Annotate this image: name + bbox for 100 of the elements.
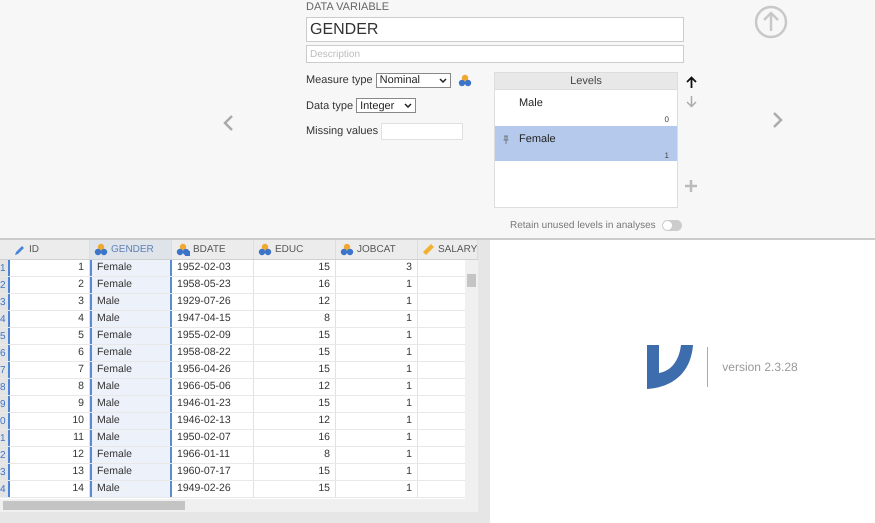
table-cell: 16: [254, 430, 336, 446]
table-cell: 12: [254, 413, 336, 429]
row-number: 2: [0, 277, 10, 293]
table-cell: 1929-07-26: [172, 294, 254, 310]
table-cell: 1946-02-13: [172, 413, 254, 429]
table-cell: 1947-04-15: [172, 311, 254, 327]
table-cell: Male: [90, 430, 172, 446]
previous-icon[interactable]: [222, 114, 236, 132]
table-cell: Female: [90, 447, 172, 463]
table-cell: 1: [336, 311, 418, 327]
level-label: Male: [519, 96, 543, 111]
row-number: 3: [0, 464, 10, 480]
nominal-icon: [458, 74, 472, 87]
table-cell: 1: [336, 294, 418, 310]
field-label: Data type: [306, 98, 354, 114]
row-number: 1: [0, 430, 10, 446]
row-number: 5: [0, 328, 10, 344]
column-header[interactable]: JOBCAT: [336, 240, 418, 259]
table-cell: 15: [254, 345, 336, 361]
table-cell: 1955-02-09: [172, 328, 254, 344]
nominal-icon: [258, 243, 272, 256]
table-cell: Male: [90, 311, 172, 327]
measure-type-dropdown[interactable]: Nominal: [376, 72, 451, 88]
section-heading: DATA VARIABLE: [306, 0, 390, 14]
table-cell: Female: [90, 464, 172, 480]
row-number: 9: [0, 396, 10, 412]
table-cell: 1: [336, 464, 418, 480]
row-number: 2: [0, 447, 10, 463]
table-cell: 1966-01-11: [172, 447, 254, 463]
table-cell: 15: [254, 481, 336, 497]
table-cell: Male: [90, 413, 172, 429]
row-number: 7: [0, 362, 10, 378]
table-cell: 1958-05-23: [172, 277, 254, 293]
table-cell: 1: [336, 362, 418, 378]
table-cell: 1960-07-17: [172, 464, 254, 480]
toggle-label: Retain unused levels in analyses: [510, 219, 656, 233]
table-cell: 1: [336, 430, 418, 446]
table-cell: 1966-05-06: [172, 379, 254, 395]
table-cell: 3: [336, 260, 418, 276]
arrow-up-icon[interactable]: [686, 76, 696, 89]
table-cell: 15: [254, 260, 336, 276]
table-cell: Male: [90, 481, 172, 497]
table-cell: 1: [336, 396, 418, 412]
column-header[interactable]: GENDER: [90, 240, 172, 259]
column-header[interactable]: EDUC: [254, 240, 336, 259]
chevron-icon: [404, 103, 412, 108]
table-cell: 1: [336, 277, 418, 293]
table-cell: 1: [336, 481, 418, 497]
level-label: Female: [519, 132, 556, 147]
toggle-switch[interactable]: [662, 220, 682, 231]
table-cell: 8: [254, 311, 336, 327]
row-number: 4: [0, 481, 10, 497]
table-cell: 16: [254, 277, 336, 293]
table-cell: 1952-02-03: [172, 260, 254, 276]
table-cell: 1958-08-22: [172, 345, 254, 361]
table-cell: 8: [254, 447, 336, 463]
row-number: 0: [0, 413, 10, 429]
logo-icon: [647, 344, 694, 388]
table-cell: Female: [90, 362, 172, 378]
table-cell: 15: [254, 362, 336, 378]
vertical-scrollbar[interactable]: [465, 260, 478, 499]
table-cell: 1: [336, 447, 418, 463]
table-cell: 1949-02-26: [172, 481, 254, 497]
level-item[interactable]: Female 1: [495, 126, 677, 162]
chevron-icon: [438, 78, 447, 83]
ruler-icon: [422, 243, 435, 256]
table-cell: Male: [90, 294, 172, 310]
table-cell: Female: [90, 260, 172, 276]
table-cell: 1: [336, 379, 418, 395]
version-text: version 2.3.28: [722, 358, 798, 376]
data-type-dropdown[interactable]: Integer: [356, 98, 416, 114]
table-cell: Female: [90, 328, 172, 344]
nominal-icon: [340, 243, 354, 256]
levels-header: Levels: [495, 73, 677, 90]
table-cell: 1946-01-23: [172, 396, 254, 412]
level-value: 1: [664, 150, 670, 160]
pin-icon[interactable]: [503, 134, 509, 144]
table-cell: 1950-02-07: [172, 430, 254, 446]
row-number: 6: [0, 345, 10, 361]
next-icon[interactable]: [770, 111, 784, 129]
table-cell: Female: [90, 277, 172, 293]
table-cell: 15: [254, 328, 336, 344]
missing-values-field[interactable]: [381, 123, 464, 140]
row-number: 3: [0, 294, 10, 310]
variable-name-field[interactable]: GENDER: [306, 17, 684, 42]
table-cell: Female: [90, 345, 172, 361]
arrow-down-icon[interactable]: [686, 95, 696, 108]
field-label: Missing values: [306, 124, 378, 140]
level-value: 0: [664, 114, 670, 124]
table-cell: 1: [336, 413, 418, 429]
table-cell: Male: [90, 379, 172, 395]
column-header[interactable]: BDATE: [172, 240, 254, 259]
description-field[interactable]: Description: [306, 45, 684, 63]
pencil-icon: [14, 244, 26, 256]
add-icon[interactable]: [685, 180, 697, 192]
table-cell: 1: [336, 328, 418, 344]
table-cell: 1: [336, 345, 418, 361]
upload-icon[interactable]: [754, 5, 788, 39]
table-cell: 15: [254, 396, 336, 412]
horizontal-scrollbar[interactable]: [0, 499, 478, 512]
